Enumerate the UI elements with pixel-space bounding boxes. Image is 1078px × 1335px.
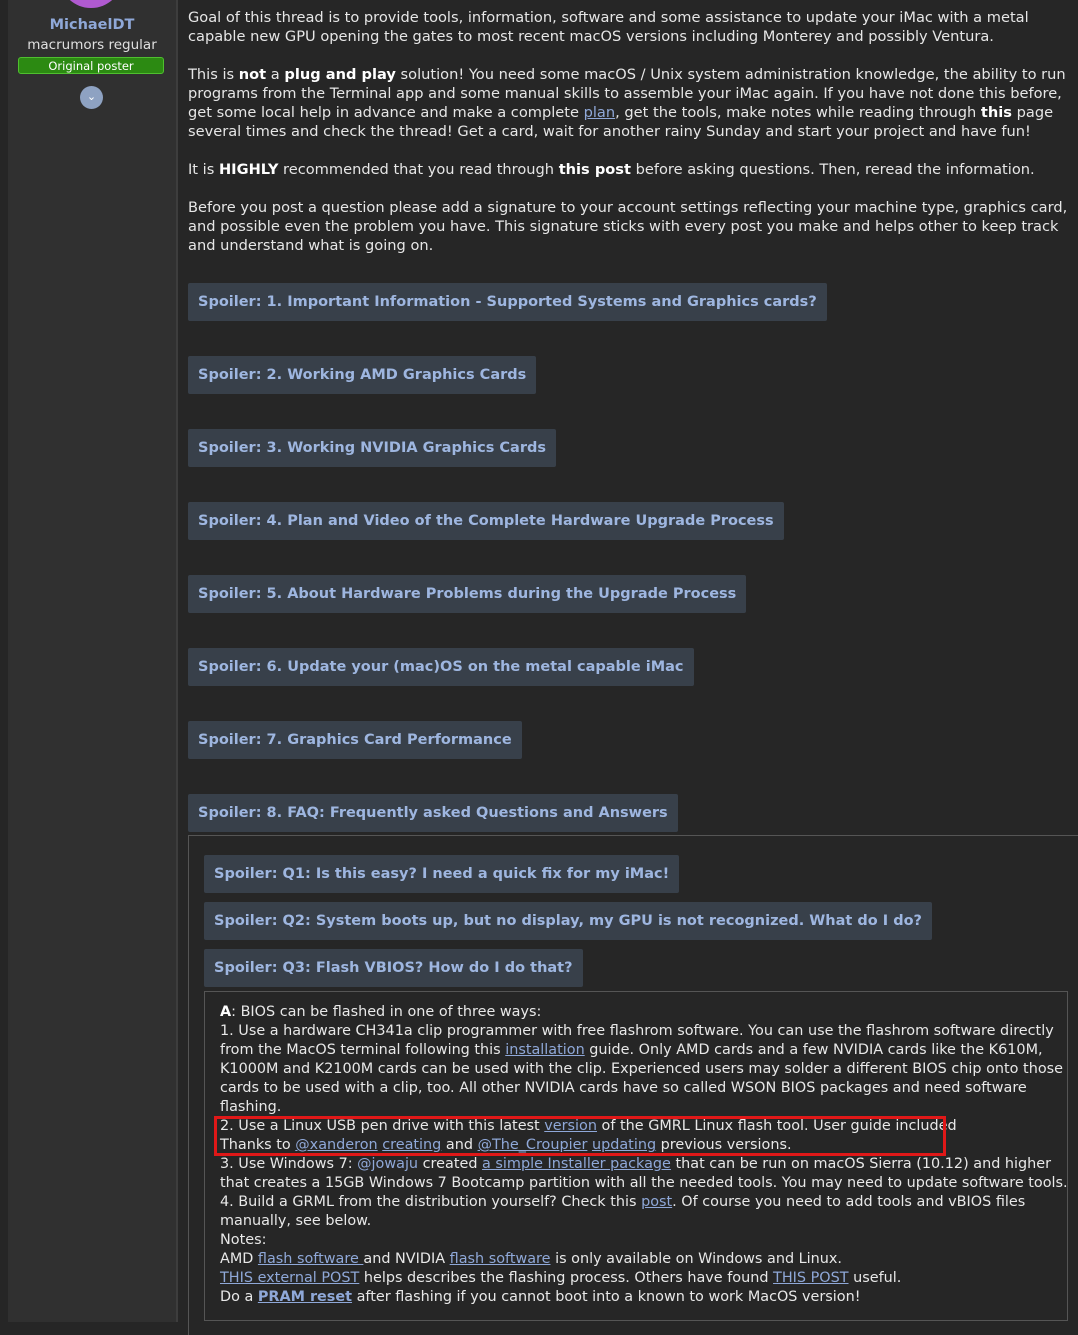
answer-line: 4. Build a GRML from the distribution yo…	[220, 1194, 1026, 1210]
answer-line: AMD flash software and NVIDIA flash soft…	[220, 1251, 842, 1267]
answer-line: flashing.	[220, 1099, 282, 1115]
spoiler-faq-q1[interactable]: Spoiler: Q1: Is this easy? I need a quic…	[204, 855, 680, 893]
answer-line: Notes:	[220, 1232, 267, 1248]
chevron-down-icon: ⌄	[86, 90, 97, 103]
spoiler-upgrade-process-plan[interactable]: Spoiler: 4. Plan and Video of the Comple…	[188, 502, 784, 540]
spoiler-faq[interactable]: Spoiler: 8. FAQ: Frequently asked Questi…	[188, 794, 678, 832]
installer-package-link[interactable]: a simple Installer package	[482, 1156, 671, 1172]
highlight-annotation-box	[214, 1116, 946, 1156]
plan-link[interactable]: plan	[584, 104, 616, 121]
answer-line: manually, see below.	[220, 1213, 372, 1229]
spoiler-faq-q3[interactable]: Spoiler: Q3: Flash VBIOS? How do I do th…	[204, 949, 583, 987]
answer-line: 3. Use Windows 7: @jowaju created a simp…	[220, 1156, 1052, 1172]
user-mention-jowaju[interactable]: @jowaju	[357, 1156, 418, 1172]
answer-line: that creates a 15GB Windows 7 Bootcamp p…	[220, 1175, 1068, 1191]
spoiler-important-information[interactable]: Spoiler: 1. Important Information - Supp…	[188, 283, 827, 321]
post-paragraph-signature: Before you post a question please add a …	[188, 199, 1068, 254]
answer-line: 1. Use a hardware CH341a clip programmer…	[220, 1023, 1054, 1039]
spoiler-hardware-problems[interactable]: Spoiler: 5. About Hardware Problems duri…	[188, 575, 747, 613]
answer-line: from the MacOS terminal following this i…	[220, 1042, 1043, 1058]
spoiler-working-nvidia-cards[interactable]: Spoiler: 3. Working NVIDIA Graphics Card…	[188, 429, 556, 467]
external-post-link[interactable]: THIS external POST	[220, 1270, 359, 1286]
original-poster-badge: Original poster	[18, 57, 164, 74]
post-paragraph-recommend: It is HIGHLY recommended that you read t…	[188, 161, 1035, 178]
spoiler-update-macos[interactable]: Spoiler: 6. Update your (mac)OS on the m…	[188, 648, 694, 686]
user-title: macrumors regular	[27, 37, 157, 53]
this-post-link[interactable]: THIS POST	[773, 1270, 849, 1286]
post-body: Goal of this thread is to provide tools,…	[188, 8, 1078, 274]
spoiler-graphics-performance[interactable]: Spoiler: 7. Graphics Card Performance	[188, 721, 522, 759]
answer-line: THIS external POST helps describes the f…	[220, 1270, 902, 1286]
answer-line: cards to be used with a clip, too. All o…	[220, 1080, 1027, 1096]
pram-reset-link[interactable]: PRAM reset	[258, 1289, 352, 1305]
user-sidebar: MichaelDT macrumors regular Original pos…	[8, 0, 178, 1322]
nvidia-flash-software-link[interactable]: flash software	[450, 1251, 551, 1267]
spoiler-faq-q2[interactable]: Spoiler: Q2: System boots up, but no dis…	[204, 902, 932, 940]
amd-flash-software-link[interactable]: flash software	[258, 1251, 363, 1267]
installation-link[interactable]: installation	[505, 1042, 584, 1058]
answer-line: Do a PRAM reset after flashing if you ca…	[220, 1289, 861, 1305]
answer-line: A: BIOS can be flashed in one of three w…	[220, 1004, 542, 1020]
expand-user-info-button[interactable]: ⌄	[80, 86, 103, 109]
answer-line: K1000M and K2100M cards can be used with…	[220, 1061, 1063, 1077]
post-paragraph-goal: Goal of this thread is to provide tools,…	[188, 9, 1029, 45]
post-paragraph-warning: This is not a plug and play solution! Yo…	[188, 66, 1066, 140]
spoiler-working-amd-cards[interactable]: Spoiler: 2. Working AMD Graphics Cards	[188, 356, 537, 394]
username[interactable]: MichaelDT	[8, 17, 176, 33]
avatar[interactable]	[59, 0, 123, 8]
post-link[interactable]: post	[641, 1194, 672, 1210]
